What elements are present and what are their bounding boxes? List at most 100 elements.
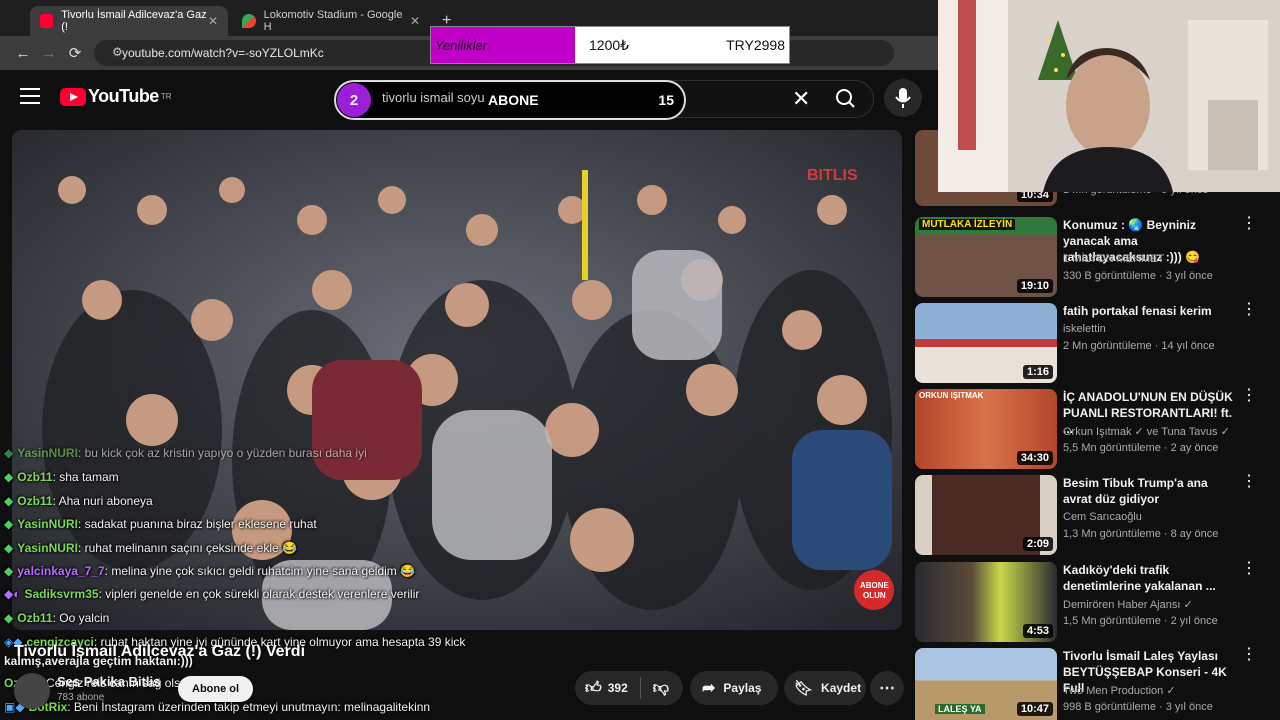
voice-search-button[interactable] [884, 79, 922, 117]
recommendation-meta: 1,3 Mn görüntüleme · 8 ay önce [1063, 528, 1219, 540]
tab-youtube[interactable]: Tivorlu İsmail Adilcevaz'a Gaz (! ✕ [30, 6, 228, 36]
donation-label: Yenilikler [431, 27, 575, 63]
share-icon: ➦ [702, 680, 716, 697]
channel-name[interactable]: Ses Pakika Bitlis [57, 674, 160, 689]
chat-message: ◆ Ozb11: Oo yalcin [4, 611, 110, 625]
dislike-icon[interactable]: 👎︎ [653, 679, 669, 698]
menu-icon[interactable] [20, 88, 40, 104]
site-info-icon[interactable]: ⚙ [112, 45, 123, 59]
like-icon[interactable]: 👍︎ [585, 679, 602, 698]
thumbnail-caption: MUTLAKA İZLEYİN [919, 219, 1016, 230]
recommendation-thumbnail[interactable]: MUTLAKA İZLEYİN 19:10 [915, 217, 1057, 297]
thumbnail-caption: LALEŞ YA [935, 704, 985, 714]
region-code: TR [160, 92, 172, 101]
save-button[interactable]: 🔖︎ Kaydet [784, 671, 866, 705]
recommendation-thumbnail[interactable]: 2:09 [915, 475, 1057, 555]
channel-watermark: BITLIS [807, 167, 858, 184]
chat-message: ◆ YasinNURI: ruhat melinanın saçını çeksi… [4, 541, 297, 555]
chat-message: ◆ YasinNURI: bu kick çok az kristin yapıy… [4, 446, 367, 460]
recommendation-item[interactable]: 1:16 fatih portakal fenasi kerim iskelet… [915, 302, 1275, 383]
recommendation-meta: 5,5 Mn görüntüleme · 2 ay önce [1063, 442, 1219, 454]
like-count[interactable]: 392 [608, 681, 628, 695]
streamer-webcam [938, 0, 1280, 192]
recommendation-title[interactable]: Besim Tibuk Trump'a ana avrat düz gidiyo… [1063, 475, 1238, 507]
search-query-text: tivorlu ismail soyu [382, 90, 485, 105]
video-title: Tivorlu İsmail Adilcevaz'a Gaz (!) Verdi [14, 643, 306, 660]
thumbnail-caption: ORKUN IŞITMAK [919, 391, 984, 400]
youtube-logo[interactable]: YouTube TR [60, 86, 172, 107]
back-icon[interactable]: ← [10, 45, 36, 62]
recommendation-title[interactable]: fatih portakal fenasi kerim [1063, 303, 1238, 319]
tab-google-label: Lokomotiv Stadium - Google H [263, 9, 403, 33]
youtube-play-icon [60, 87, 86, 106]
duration-badge: 4:53 [1022, 624, 1053, 638]
recommendation-title[interactable]: Kadıköy'deki trafik denetimlerine yakala… [1063, 562, 1238, 594]
recommendation-channel[interactable]: Orkun Işıtmak ✓ ve Tuna Tavus ✓ [1063, 425, 1230, 438]
recommendation-thumbnail[interactable]: LALEŞ YA 10:47 [915, 648, 1057, 720]
close-tab-icon[interactable]: ✕ [208, 14, 218, 28]
search-button[interactable] [826, 80, 866, 118]
recommendation-item[interactable]: LALEŞ YA 10:47 Tivorlu İsmail Laleş Yayl… [915, 647, 1275, 720]
url-text: youtube.com/watch?v=-soYZLOLmKc [122, 46, 324, 60]
save-label: Kaydet [821, 681, 862, 695]
donation-amount: 1200₺ [589, 36, 630, 53]
bookmark-icon: 🔖︎ [794, 680, 814, 697]
maps-favicon-icon [242, 14, 256, 28]
recommendation-item[interactable]: 2:09 Besim Tibuk Trump'a ana avrat düz g… [915, 474, 1275, 555]
channel-avatar[interactable] [14, 673, 50, 709]
sub-goal-label: ABONE [488, 92, 539, 108]
sub-goal-count: 15 [658, 92, 674, 108]
duration-badge: 10:47 [1016, 702, 1053, 716]
close-tab-icon[interactable]: ✕ [410, 14, 420, 28]
more-options-icon[interactable]: ⋮ [1241, 302, 1257, 318]
duration-badge: 19:10 [1016, 279, 1053, 293]
recommendation-thumbnail[interactable]: 1:16 [915, 303, 1057, 383]
chat-message: ◆ YasinNURI: sadakat puanına biraz bişler… [4, 517, 317, 531]
recommendation-item[interactable]: ORKUN IŞITMAK 34:30 İÇ ANADOLU'NUN EN DÜ… [915, 388, 1275, 469]
chat-message: ◆ yalcinkaya_7_7: melina yine çok sıkıcı … [4, 564, 416, 578]
subscriber-count: 783 abone [57, 692, 105, 703]
tab-youtube-label: Tivorlu İsmail Adilcevaz'a Gaz (! [61, 9, 207, 33]
share-button[interactable]: ➦ Paylaş [690, 671, 778, 705]
reload-icon[interactable]: ⟳ [62, 44, 88, 62]
more-actions-icon[interactable]: ⋯ [870, 671, 904, 705]
video-player[interactable]: BITLIS ABONE OLUN [12, 130, 902, 630]
forward-icon[interactable]: → [36, 45, 62, 62]
abone-badge: ABONE [860, 581, 890, 590]
more-options-icon[interactable]: ⋮ [1241, 388, 1257, 404]
recommendation-meta: 1,5 Mn görüntüleme · 2 yıl önce [1063, 615, 1218, 627]
clear-search-icon[interactable]: ✕ [792, 86, 810, 112]
recommendation-item[interactable]: MUTLAKA İZLEYİN 19:10 Konumuz : 🌏 Beynin… [915, 216, 1275, 297]
duration-badge: 34:30 [1016, 451, 1053, 465]
youtube-favicon-icon [40, 14, 54, 28]
recommendation-item[interactable]: 4:53 Kadıköy'deki trafik denetimlerine y… [915, 561, 1275, 642]
webcam-frame [938, 0, 1280, 192]
recommendation-channel[interactable]: Two Men Production ✓ [1063, 684, 1176, 697]
recommendation-channel[interactable]: iskelettin [1063, 323, 1106, 335]
donation-currency: TRY2998 [726, 37, 785, 53]
microphone-icon [895, 88, 911, 108]
video-frame-crowd: BITLIS ABONE OLUN [12, 130, 902, 630]
more-options-icon[interactable]: ⋮ [1241, 647, 1257, 663]
tab-google[interactable]: Lokomotiv Stadium - Google H ✕ [232, 6, 430, 36]
more-options-icon[interactable]: ⋮ [1241, 561, 1257, 577]
recommendation-thumbnail[interactable]: ORKUN IŞITMAK 34:30 [915, 389, 1057, 469]
duration-badge: 2:09 [1022, 537, 1053, 551]
subscriber-goal-widget: 2 tivorlu ismail soyu ABONE 15 [334, 80, 686, 120]
search-icon [836, 89, 855, 108]
recommendation-meta: 2 Mn görüntüleme · 14 yıl önce [1063, 340, 1215, 352]
recommendation-channel[interactable]: Demirören Haber Ajansı ✓ [1063, 598, 1193, 611]
recommendation-channel[interactable]: Cem Sarıcaoğlu [1063, 511, 1142, 523]
donation-widget: Yenilikler 1200₺ TRY2998 [430, 26, 790, 64]
youtube-logo-text: YouTube [88, 86, 159, 106]
sub-goal-number: 2 [337, 83, 371, 117]
subscribe-button[interactable]: Abone ol [178, 676, 254, 702]
duration-badge: 1:16 [1022, 365, 1053, 379]
like-dislike-group: 👍︎ 392 👎︎ [575, 671, 683, 705]
more-options-icon[interactable]: ⋮ [1241, 216, 1257, 232]
chat-message: ◆◐ Sadiksvrm35: vipleri genelde en çok sü… [4, 587, 420, 601]
share-label: Paylaş [723, 681, 762, 695]
recommendation-thumbnail[interactable]: 4:53 [915, 562, 1057, 642]
more-options-icon[interactable]: ⋮ [1241, 474, 1257, 490]
recommendation-channel[interactable]: 1 MİLYON MEHMET [1063, 253, 1164, 265]
